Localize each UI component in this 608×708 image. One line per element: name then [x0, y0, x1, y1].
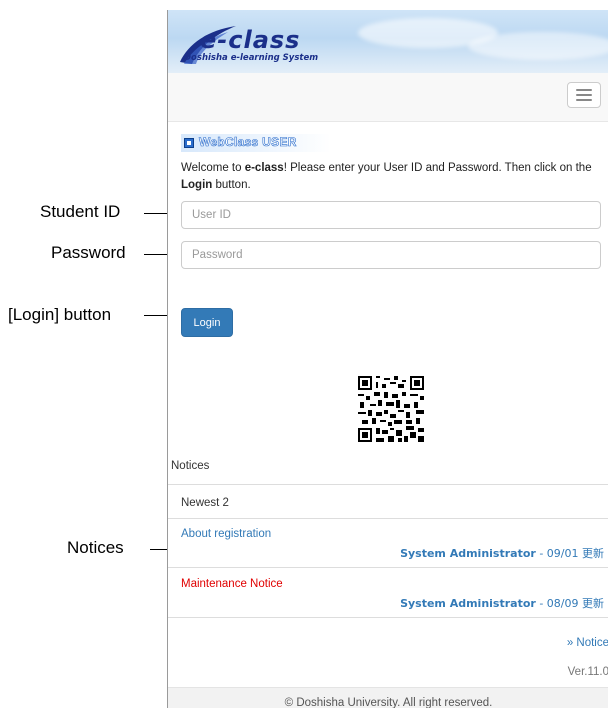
qr-code-icon — [358, 376, 424, 442]
user-id-input[interactable] — [181, 201, 601, 229]
notice-date: - 09/01 更新 — [535, 547, 604, 560]
welcome-prefix: Welcome to — [181, 162, 245, 174]
password-input[interactable] — [181, 241, 601, 269]
notice-title-link[interactable]: About registration — [181, 528, 271, 540]
notice-author: System Administrator — [400, 597, 536, 610]
welcome-suffix: button. — [212, 179, 251, 191]
webclass-user-badge: WebClass USER — [181, 134, 331, 152]
navbar — [168, 73, 608, 122]
welcome-message: Welcome to e-class! Please enter your Us… — [181, 160, 608, 194]
callout-password: Password — [51, 243, 126, 262]
eclass-logo[interactable]: e-class Doshisha e-learning System — [178, 24, 346, 66]
notices-newest-row: Newest 2 — [168, 484, 608, 519]
login-button[interactable]: Login — [181, 308, 233, 337]
notices-divider — [168, 617, 608, 618]
notice-date: - 08/09 更新 — [535, 597, 604, 610]
notice-item[interactable]: Maintenance Notice System Administrator … — [168, 567, 608, 618]
hamburger-icon[interactable] — [567, 82, 601, 108]
more-notices-link[interactable]: » Notice — [567, 637, 608, 649]
notices-title: Notices — [171, 460, 210, 472]
notice-author: System Administrator — [400, 547, 536, 560]
badge-label: WebClass USER — [199, 135, 297, 150]
copyright-text: © Doshisha University. All right reserve… — [284, 697, 493, 708]
app-frame: e-class Doshisha e-learning System WebCl… — [167, 10, 608, 708]
notice-meta: System Administrator - 09/01 更新 — [400, 545, 604, 561]
badge-square-icon — [184, 138, 194, 148]
notice-item[interactable]: About registration System Administrator … — [168, 518, 608, 568]
notice-title-link[interactable]: Maintenance Notice — [181, 578, 283, 590]
version-label: Ver.11.0 — [567, 666, 608, 678]
callout-notices: Notices — [67, 538, 124, 557]
newest-label: Newest 2 — [181, 497, 229, 509]
callout-login-button: [Login] button — [8, 305, 112, 324]
notice-meta: System Administrator - 08/09 更新 — [400, 595, 604, 611]
logo-subtitle: Doshisha e-learning System — [184, 53, 319, 63]
welcome-middle: ! Please enter your User ID and Password… — [283, 162, 592, 174]
welcome-brand: e-class — [244, 162, 284, 174]
footer: © Doshisha University. All right reserve… — [168, 687, 608, 708]
callout-student-id: Student ID — [40, 202, 121, 221]
header-banner: e-class Doshisha e-learning System — [168, 10, 608, 73]
welcome-login-word: Login — [181, 179, 213, 191]
logo-title: e-class — [200, 26, 301, 54]
